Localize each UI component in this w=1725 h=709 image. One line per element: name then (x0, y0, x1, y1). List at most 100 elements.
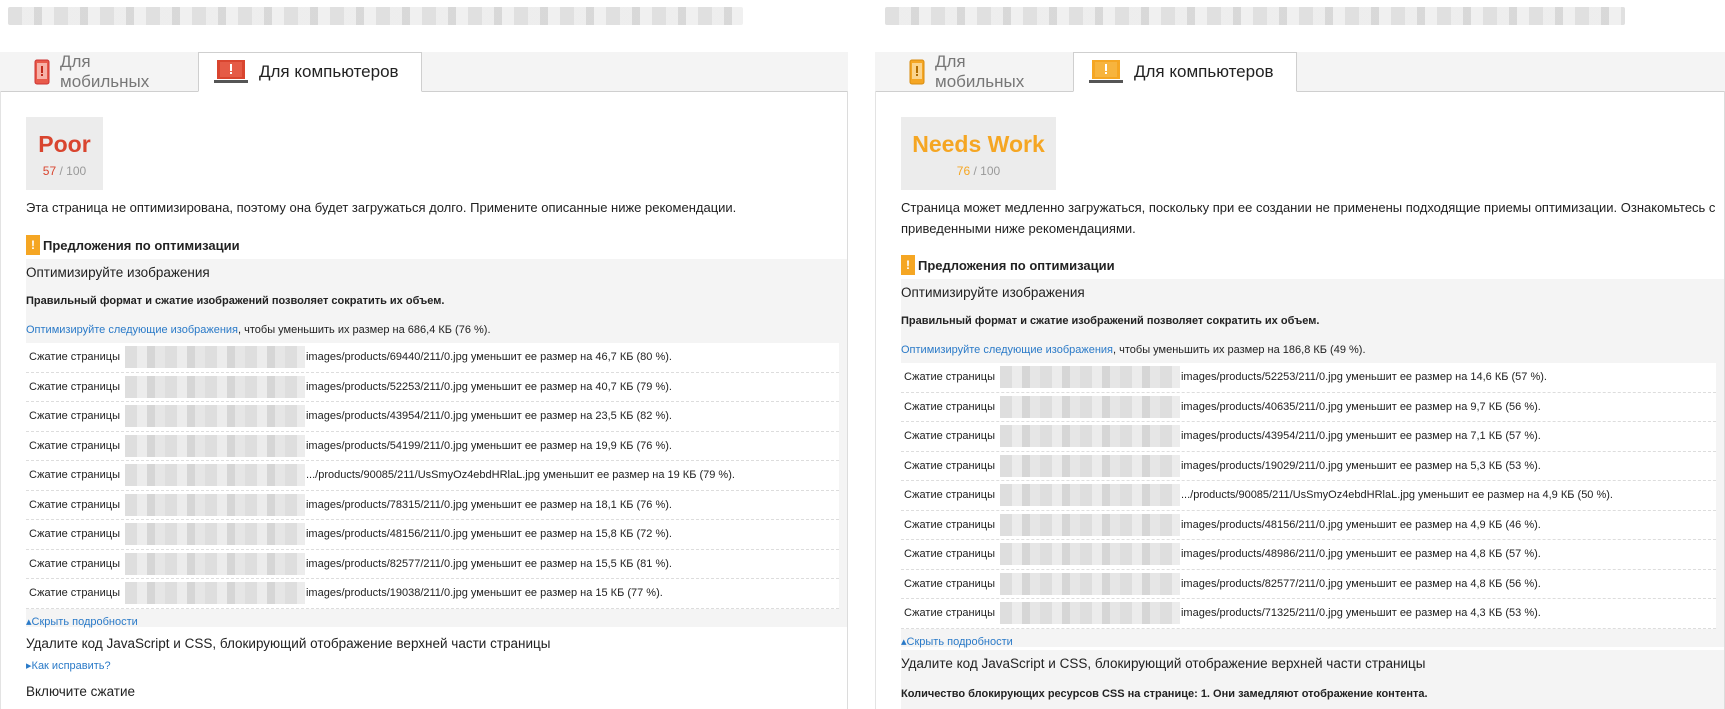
rule-optimize-images: Оптимизируйте изображения Правильный фор… (26, 259, 847, 628)
score-label: Poor (38, 131, 91, 157)
blurred-domain (999, 425, 1180, 448)
score-box: Needs Work 76 / 100 (901, 117, 1056, 190)
rule-title: Оптимизируйте изображения (901, 285, 1085, 300)
mobile-warning-icon (34, 59, 50, 85)
resource-table: Сжатие страницы images/products/52253/211… (901, 363, 1716, 629)
row-text: images/products/48986/211/0.jpg уменьшит… (1180, 548, 1541, 561)
table-row: Сжатие страницы images/products/52253/211… (26, 373, 839, 402)
table-row: Сжатие страницы images/products/43954/211… (901, 422, 1716, 452)
blurred-domain (999, 395, 1180, 418)
tab-desktop-label: Для компьютеров (259, 62, 399, 81)
blurred-domain (999, 602, 1180, 625)
desktop-warning-icon (213, 59, 249, 85)
row-text: .../products/90085/211/UsSmyOz4ebdHRlaL.… (1180, 489, 1613, 502)
rule-render-blocking-title: Удалите код JavaScript и CSS, блокирующи… (901, 656, 1426, 671)
row-text: images/products/43954/211/0.jpg уменьшит… (1180, 430, 1541, 443)
rule-description: Правильный формат и сжатие изображений п… (26, 295, 445, 307)
rule-link-line: Оптимизируйте следующие изображения, что… (901, 344, 1366, 356)
score-number: 57 / 100 (42, 164, 87, 178)
table-row: Сжатие страницы images/products/48986/211… (901, 540, 1716, 570)
score-number: 76 / 100 (956, 164, 1001, 178)
row-prefix: Сжатие страницы (29, 351, 120, 364)
hide-details-toggle[interactable]: ▴Скрыть подробности (26, 609, 847, 635)
blurred-domain (999, 366, 1180, 389)
blurred-domain (999, 454, 1180, 477)
report-content: Needs Work 76 / 100 Страница может медле… (875, 91, 1725, 709)
blurred-domain (124, 346, 305, 369)
row-text: images/products/78315/211/0.jpg уменьшит… (305, 498, 672, 511)
tab-desktop[interactable]: Для компьютеров (1073, 52, 1297, 92)
section-title: ! Предложения по оптимизации (901, 255, 1115, 275)
row-prefix: Сжатие страницы (904, 518, 995, 531)
table-row: Сжатие страницы images/products/48156/211… (26, 520, 839, 550)
report-content: Poor 57 / 100 Эта страница не оптимизиро… (0, 91, 848, 709)
table-row: Сжатие страницы .../products/90085/211/Us… (901, 481, 1716, 511)
blurred-domain (999, 572, 1180, 595)
row-text: images/products/48156/211/0.jpg уменьшит… (305, 528, 672, 541)
score-box: Poor 57 / 100 (26, 117, 103, 190)
desktop-warning-icon (1088, 59, 1124, 85)
table-row: Сжатие страницы images/products/43954/211… (26, 402, 839, 432)
row-prefix: Сжатие страницы (29, 380, 120, 393)
table-row: Сжатие страницы images/products/78315/211… (26, 491, 839, 520)
row-text: images/products/82577/211/0.jpg уменьшит… (305, 557, 672, 570)
row-prefix: Сжатие страницы (29, 439, 120, 452)
table-row: Сжатие страницы images/products/19038/211… (26, 579, 839, 609)
tab-mobile[interactable]: Для мобильных (895, 52, 1073, 91)
row-text: images/products/69440/211/0.jpg уменьшит… (305, 351, 672, 364)
table-row: Сжатие страницы images/products/82577/211… (26, 550, 839, 579)
rule-link-line: Оптимизируйте следующие изображения, что… (26, 324, 491, 336)
tab-desktop-label: Для компьютеров (1134, 62, 1274, 81)
blurred-domain (999, 484, 1180, 507)
warning-icon: ! (901, 255, 915, 275)
score-label: Needs Work (912, 131, 1045, 157)
table-row: Сжатие страницы images/products/48156/211… (901, 511, 1716, 540)
row-text: images/products/71325/211/0.jpg уменьшит… (1180, 607, 1541, 620)
row-prefix: Сжатие страницы (904, 430, 995, 443)
blurred-domain (124, 582, 305, 605)
row-prefix: Сжатие страницы (29, 587, 120, 600)
rule-render-blocking-title: Удалите код JavaScript и CSS, блокирующи… (26, 636, 551, 651)
blurred-domain (124, 405, 305, 428)
row-prefix: Сжатие страницы (29, 410, 120, 423)
blurred-domain (124, 434, 305, 457)
row-prefix: Сжатие страницы (29, 498, 120, 511)
row-text: images/products/52253/211/0.jpg уменьшит… (305, 380, 672, 393)
optimize-images-link[interactable]: Оптимизируйте следующие изображения (26, 324, 238, 336)
blurred-domain (999, 543, 1180, 566)
row-prefix: Сжатие страницы (904, 548, 995, 561)
device-tabbar: Для мобильных Для компьютеров (0, 52, 848, 92)
resource-table: Сжатие страницы images/products/69440/211… (26, 343, 839, 609)
blurred-domain (124, 375, 305, 398)
tab-desktop[interactable]: Для компьютеров (198, 52, 422, 92)
row-text: images/products/52253/211/0.jpg уменьшит… (1180, 371, 1547, 384)
row-text: images/products/82577/211/0.jpg уменьшит… (1180, 577, 1541, 590)
section-title: ! Предложения по оптимизации (26, 235, 240, 255)
blurred-url (8, 7, 743, 25)
row-text: images/products/48156/211/0.jpg уменьшит… (1180, 518, 1541, 531)
row-text: images/products/43954/211/0.jpg уменьшит… (305, 410, 672, 423)
row-text: .../products/90085/211/UsSmyOz4ebdHRlaL.… (305, 469, 735, 482)
warning-icon: ! (26, 235, 40, 255)
how-to-fix-link[interactable]: ▸Как исправить? (26, 659, 111, 672)
blurred-domain (124, 493, 305, 516)
table-row: Сжатие страницы images/products/71325/211… (901, 599, 1716, 629)
row-prefix: Сжатие страницы (29, 557, 120, 570)
table-row: Сжатие страницы images/products/82577/211… (901, 570, 1716, 599)
rule-render-blocking-desc: Количество блокирующих ресурсов CSS на с… (901, 688, 1428, 700)
table-row: Сжатие страницы images/products/40635/211… (901, 393, 1716, 422)
row-text: images/products/19029/211/0.jpg уменьшит… (1180, 459, 1541, 472)
optimize-images-link[interactable]: Оптимизируйте следующие изображения (901, 344, 1113, 356)
summary-text: Страница может медленно загружаться, пос… (901, 200, 1716, 236)
tab-mobile[interactable]: Для мобильных (20, 52, 198, 91)
row-prefix: Сжатие страницы (29, 528, 120, 541)
tab-mobile-label: Для мобильных (60, 51, 150, 91)
row-prefix: Сжатие страницы (904, 371, 995, 384)
row-prefix: Сжатие страницы (29, 469, 120, 482)
tab-mobile-label: Для мобильных (935, 51, 1025, 91)
row-prefix: Сжатие страницы (904, 459, 995, 472)
blurred-domain (124, 523, 305, 546)
left-report-panel: Для мобильных Для компьютеров Poor 57 / … (0, 0, 848, 709)
panel-divider (848, 0, 875, 709)
row-prefix: Сжатие страницы (904, 489, 995, 502)
